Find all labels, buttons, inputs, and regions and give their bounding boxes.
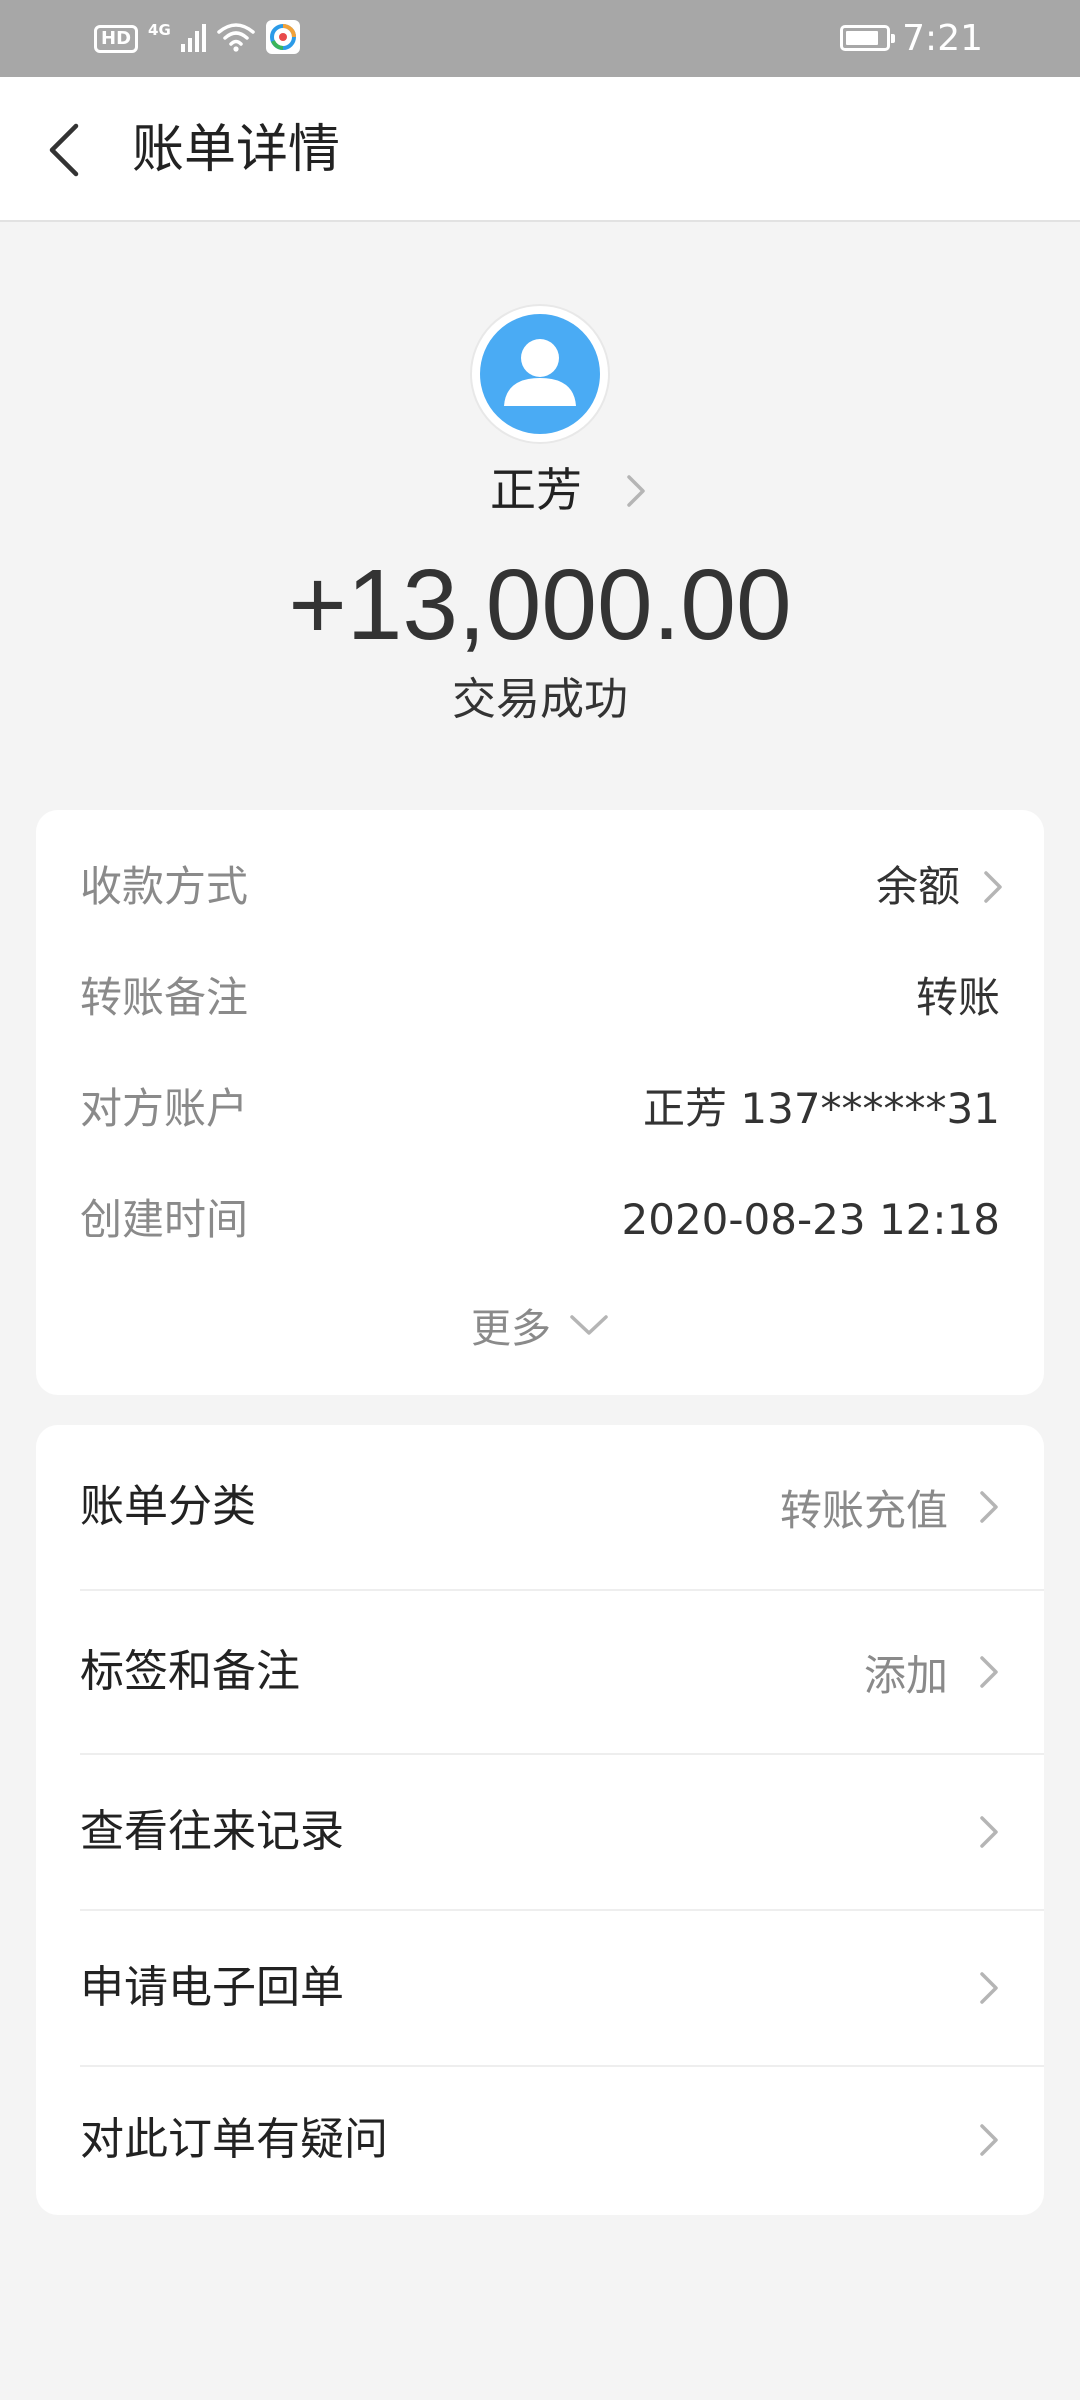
back-button[interactable] xyxy=(34,115,94,185)
action-value xyxy=(978,2105,1000,2175)
action-row-tags-notes[interactable]: 标签和备注 添加 xyxy=(36,1591,1044,1753)
detail-value: 2020-08-23 12:18 xyxy=(621,1195,1000,1244)
detail-row-counterparty-account: 对方账户 正芳 137******31 xyxy=(80,1074,1000,1144)
action-row-order-question[interactable]: 对此订单有疑问 xyxy=(36,2067,1044,2215)
detail-row-created-time: 创建时间 2020-08-23 12:18 xyxy=(80,1185,1000,1255)
transaction-status: 交易成功 xyxy=(452,674,628,725)
action-label: 账单分类 xyxy=(80,1481,256,1532)
action-value: 添加 xyxy=(864,1637,1000,1707)
detail-row-transfer-note: 转账备注 转账 xyxy=(80,963,1000,1033)
payer-name-row[interactable]: 正芳 xyxy=(0,455,1080,525)
detail-row-payment-method[interactable]: 收款方式 余额 xyxy=(80,852,1002,922)
chevron-right-icon xyxy=(980,1491,998,1523)
signal-icon xyxy=(180,22,207,56)
detail-value: 余额 xyxy=(876,852,1004,922)
status-bar-left: HD 4G xyxy=(94,18,301,60)
actions-card: 账单分类 转账充值 标签和备注 添加 查看往来记录 申请电子回单 对此订单有疑问 xyxy=(36,1425,1044,2215)
header-bar: 账单详情 xyxy=(0,77,1080,222)
detail-label: 收款方式 xyxy=(80,862,249,911)
user-avatar-icon xyxy=(480,314,600,434)
more-label: 更多 xyxy=(471,1306,551,1352)
action-row-bill-category[interactable]: 账单分类 转账充值 xyxy=(36,1425,1044,1589)
action-value xyxy=(978,1797,1000,1867)
status-bar: HD 4G 7:21 xyxy=(0,0,1080,77)
more-button[interactable]: 更多 xyxy=(36,1290,1044,1360)
detail-value-text: 余额 xyxy=(875,862,960,911)
chevron-right-icon xyxy=(980,1972,998,2004)
avatar[interactable] xyxy=(472,306,608,442)
action-label: 查看往来记录 xyxy=(80,1806,344,1857)
hd-badge: HD xyxy=(94,25,139,53)
detail-label: 创建时间 xyxy=(80,1195,249,1244)
detail-value: 转账 xyxy=(915,973,1000,1022)
action-row-e-receipt[interactable]: 申请电子回单 xyxy=(36,1911,1044,2065)
status-bar-right: 7:21 xyxy=(840,12,983,64)
action-value xyxy=(978,1953,1000,2023)
chevron-right-icon xyxy=(980,1816,998,1848)
chevron-right-icon xyxy=(980,1656,998,1688)
chevron-right-icon xyxy=(984,871,1002,903)
action-value-text: 添加 xyxy=(863,1650,948,1700)
action-row-view-records[interactable]: 查看往来记录 xyxy=(36,1755,1044,1909)
chevron-down-icon xyxy=(570,1315,608,1335)
chevron-right-icon xyxy=(627,475,645,507)
action-value: 转账充值 xyxy=(780,1472,1000,1542)
page-title: 账单详情 xyxy=(132,120,341,180)
detail-label: 对方账户 xyxy=(80,1084,249,1133)
app-notification-icon xyxy=(265,19,301,59)
action-value-text: 转账充值 xyxy=(779,1485,948,1535)
details-card: 收款方式 余额 转账备注 转账 对方账户 正芳 137******31 创建时间… xyxy=(36,810,1044,1395)
transaction-amount: +13,000.00 xyxy=(288,549,792,661)
status-time: 7:21 xyxy=(902,17,983,59)
action-label: 标签和备注 xyxy=(80,1646,300,1697)
chevron-right-icon xyxy=(980,2124,998,2156)
wifi-icon xyxy=(217,22,255,56)
network-type: 4G xyxy=(148,21,171,39)
action-label: 申请电子回单 xyxy=(80,1962,344,2013)
chevron-left-icon xyxy=(49,123,79,177)
battery-icon xyxy=(840,25,896,51)
action-label: 对此订单有疑问 xyxy=(80,2114,388,2165)
detail-label: 转账备注 xyxy=(80,973,249,1022)
payer-name: 正芳 xyxy=(490,463,582,517)
detail-value: 正芳 137******31 xyxy=(643,1084,1000,1133)
